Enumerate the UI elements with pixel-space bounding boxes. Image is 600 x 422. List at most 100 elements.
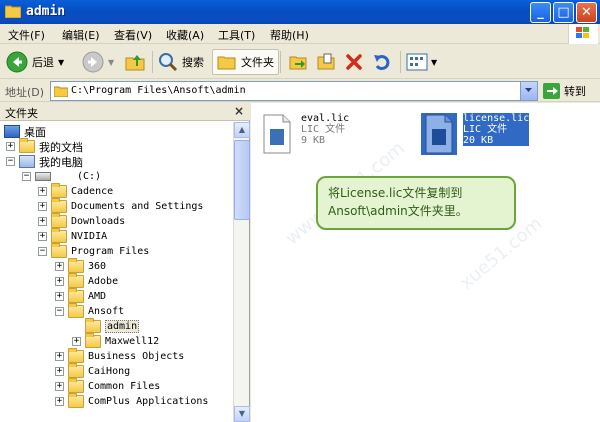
- tree-item-ansoft[interactable]: − Ansoft: [55, 303, 124, 319]
- expand-icon[interactable]: +: [55, 277, 64, 286]
- tree-item-desktop[interactable]: 桌面: [4, 124, 46, 139]
- windows-logo-icon: [568, 24, 598, 44]
- move-to-button[interactable]: [288, 49, 308, 75]
- address-input[interactable]: C:\Program Files\Ansoft\admin: [50, 81, 538, 101]
- menu-help[interactable]: 帮助(H): [270, 27, 309, 43]
- tree-item-common-files[interactable]: + Common Files: [55, 378, 160, 394]
- copy-to-icon: [317, 53, 335, 70]
- search-icon: [159, 53, 178, 72]
- back-label: 后退: [32, 56, 54, 69]
- go-button[interactable]: 转到: [543, 83, 586, 99]
- file-name: license.lic: [463, 113, 530, 124]
- address-bar: 地址(D) C:\Program Files\Ansoft\admin 转到: [0, 80, 600, 102]
- expand-icon[interactable]: +: [55, 367, 64, 376]
- chevron-down-icon[interactable]: ▼: [58, 58, 64, 67]
- expand-icon[interactable]: +: [38, 202, 47, 211]
- close-button[interactable]: ✕: [576, 2, 597, 23]
- menu-file[interactable]: 文件(F): [8, 27, 45, 43]
- collapse-icon[interactable]: −: [38, 247, 47, 256]
- expand-icon[interactable]: +: [55, 262, 64, 271]
- folder-icon: [51, 183, 67, 198]
- tree-item-downloads[interactable]: + Downloads: [38, 213, 125, 229]
- folder-icon: [68, 348, 84, 363]
- license-file-icon: [421, 113, 457, 155]
- folder-tree-scrollbar[interactable]: ▲ ▼: [233, 122, 250, 422]
- tree-item-admin[interactable]: admin: [72, 318, 140, 334]
- callout-line-2: Ansoft\admin文件夹里。: [328, 204, 468, 218]
- expand-icon[interactable]: +: [6, 142, 15, 151]
- address-dropdown-button[interactable]: [520, 82, 537, 100]
- tree-item-maxwell12[interactable]: + Maxwell12: [72, 333, 159, 349]
- copy-to-button[interactable]: [316, 49, 336, 75]
- file-item-eval[interactable]: eval.lic LIC 文件 9 KB: [259, 113, 349, 155]
- tree-item-caihong[interactable]: + CaiHong: [55, 363, 130, 379]
- tree-item-business-objects[interactable]: + Business Objects: [55, 348, 184, 364]
- file-size: 20 KB: [463, 135, 530, 146]
- collapse-icon[interactable]: −: [6, 157, 15, 166]
- expand-icon[interactable]: +: [72, 337, 81, 346]
- menu-tools[interactable]: 工具(T): [218, 27, 255, 43]
- open-folder-icon: [85, 318, 101, 333]
- address-path: C:\Program Files\Ansoft\admin: [71, 85, 246, 96]
- back-button[interactable]: 后退 ▼: [6, 49, 64, 75]
- expand-icon[interactable]: +: [38, 187, 47, 196]
- expand-icon[interactable]: +: [55, 382, 64, 391]
- expand-icon[interactable]: +: [55, 397, 64, 406]
- menu-edit[interactable]: 编辑(E): [62, 27, 100, 43]
- folders-icon: [217, 56, 236, 70]
- folder-icon: [68, 258, 84, 273]
- title-bar: admin _ □ ✕: [0, 0, 600, 24]
- expand-icon[interactable]: +: [55, 352, 64, 361]
- menu-favorites[interactable]: 收藏(A): [166, 27, 204, 43]
- delete-button[interactable]: [344, 49, 364, 75]
- expand-icon[interactable]: +: [38, 232, 47, 241]
- tree-item-drive-c[interactable]: − (C:): [22, 169, 101, 184]
- collapse-icon[interactable]: −: [22, 172, 31, 181]
- scroll-down-icon[interactable]: ▼: [234, 406, 250, 422]
- menu-view[interactable]: 查看(V): [114, 27, 152, 43]
- expand-icon[interactable]: +: [55, 292, 64, 301]
- tree-item-cadence[interactable]: + Cadence: [38, 183, 113, 199]
- maximize-button[interactable]: □: [553, 2, 574, 23]
- tree-item-program-files[interactable]: − Program Files: [38, 243, 149, 259]
- computer-icon: [19, 155, 35, 168]
- address-label: 地址(D): [5, 86, 45, 99]
- collapse-icon[interactable]: −: [55, 307, 64, 316]
- scroll-thumb[interactable]: [234, 140, 250, 220]
- license-file-icon: [263, 114, 291, 154]
- folder-icon: [51, 243, 67, 258]
- up-folder-button[interactable]: [124, 49, 146, 75]
- scroll-up-icon[interactable]: ▲: [234, 122, 250, 138]
- chevron-down-icon[interactable]: ▼: [431, 58, 437, 67]
- tree-item-my-computer[interactable]: − 我的电脑: [6, 154, 83, 169]
- folder-icon: [68, 393, 84, 408]
- forward-button[interactable]: ▼: [82, 49, 114, 75]
- chevron-down-icon[interactable]: ▼: [108, 58, 114, 67]
- tree-item-adobe[interactable]: + Adobe: [55, 273, 118, 289]
- tree-item-nvidia[interactable]: + NVIDIA: [38, 228, 107, 244]
- minimize-button[interactable]: _: [530, 2, 551, 23]
- folders-button[interactable]: 文件夹: [212, 49, 279, 75]
- folder-icon: [68, 288, 84, 303]
- undo-button[interactable]: [372, 49, 392, 75]
- undo-icon: [374, 55, 390, 71]
- file-type: LIC 文件: [463, 124, 530, 135]
- tree-item-complus-applications[interactable]: + ComPlus Applications: [55, 393, 208, 409]
- folder-icon: [68, 303, 84, 318]
- close-icon[interactable]: ×: [234, 104, 244, 118]
- chevron-down-icon: [525, 88, 532, 92]
- folder-icon: [68, 363, 84, 378]
- tree-item-documents-and-settings[interactable]: + Documents and Settings: [38, 198, 203, 214]
- tree-item-amd[interactable]: + AMD: [55, 288, 106, 304]
- delete-icon: [346, 54, 362, 70]
- file-item-license[interactable]: license.lic LIC 文件 20 KB: [421, 113, 530, 155]
- search-button[interactable]: 搜索: [158, 49, 204, 75]
- views-icon: [406, 53, 428, 71]
- tree-item-my-documents[interactable]: + 我的文档: [6, 138, 83, 154]
- expand-icon[interactable]: +: [38, 217, 47, 226]
- file-list-pane: eval.lic LIC 文件 9 KB license.lic LIC 文件 …: [251, 103, 600, 422]
- tree-item-360[interactable]: + 360: [55, 258, 106, 274]
- toolbar: 后退 ▼ ▼ 搜索 文件夹 ▼: [0, 45, 600, 79]
- views-button[interactable]: ▼: [406, 49, 437, 75]
- toolbar-separator: [400, 51, 401, 73]
